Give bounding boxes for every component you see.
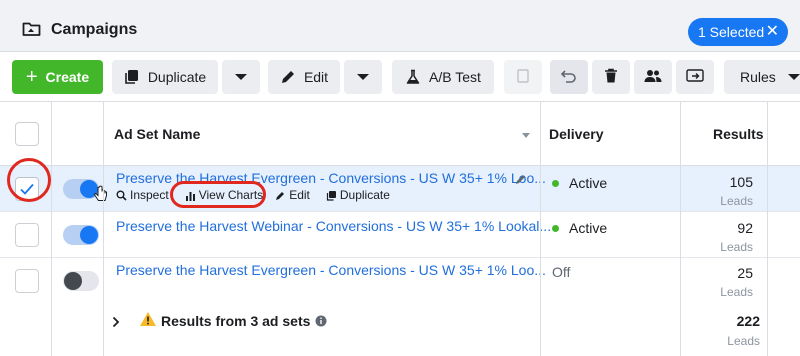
result-value: 105 — [729, 174, 753, 190]
duplicate-action[interactable]: Duplicate — [326, 188, 390, 202]
duplicate-label: Duplicate — [339, 188, 390, 202]
rules-button-label: Rules — [740, 69, 776, 85]
edit-button[interactable]: Edit — [268, 60, 340, 94]
column-header-ad-set-name[interactable]: Ad Set Name — [114, 126, 200, 142]
column-divider — [767, 102, 768, 356]
pencil-icon[interactable] — [515, 172, 527, 190]
column-divider — [540, 102, 541, 356]
delivery-status: Active — [552, 175, 607, 191]
undo-icon — [560, 68, 578, 87]
edit-button-label: Edit — [303, 69, 329, 85]
selected-count-label: 1 Selected — [698, 24, 765, 40]
column-header-results[interactable]: Results — [713, 126, 764, 142]
duplicate-button-label: Duplicate — [147, 69, 207, 85]
selected-count-badge[interactable]: 1 Selected ✕ — [688, 18, 788, 46]
people-icon — [644, 68, 662, 87]
inspect-action[interactable]: Inspect — [116, 188, 169, 202]
row-checkbox[interactable] — [15, 269, 39, 293]
row-checkbox[interactable] — [15, 223, 39, 247]
ad-set-name-link[interactable]: Preserve the Harvest Webinar - Conversio… — [116, 218, 551, 234]
delivery-status: Off — [552, 264, 570, 280]
duplicate-icon — [124, 69, 140, 85]
toggle-knob — [64, 272, 82, 290]
column-divider — [103, 102, 104, 356]
hand-cursor-icon — [93, 185, 109, 208]
toggle-knob — [80, 226, 98, 244]
edit-dropdown-button[interactable] — [344, 60, 382, 94]
inspect-label: Inspect — [130, 188, 169, 202]
summary-total: 222 — [736, 313, 760, 329]
chevron-down-icon — [357, 74, 369, 80]
column-divider — [680, 102, 681, 356]
toolbar: + Create Duplicate Edit A/B Test Rules — [0, 52, 800, 102]
trash-icon — [604, 68, 618, 87]
delivery-status-text: Off — [552, 264, 571, 280]
create-button-label: Create — [45, 69, 90, 85]
archive-button[interactable] — [504, 60, 542, 94]
duplicate-button[interactable]: Duplicate — [112, 60, 218, 94]
info-icon[interactable] — [315, 315, 327, 327]
warning-icon — [139, 311, 157, 332]
page-title: Campaigns — [51, 21, 138, 38]
summary-label: Results from 3 ad sets — [161, 313, 327, 329]
audience-button[interactable] — [634, 60, 672, 94]
undo-button[interactable] — [550, 60, 588, 94]
campaigns-panel: Campaigns 1 Selected ✕ + Create Duplicat… — [0, 0, 800, 356]
export-button[interactable] — [676, 60, 714, 94]
result-value: 92 — [737, 220, 753, 236]
sort-icon[interactable] — [522, 133, 530, 138]
delete-button[interactable] — [592, 60, 630, 94]
status-dot-icon — [552, 179, 559, 187]
flask-icon — [405, 69, 421, 85]
ab-test-button-label: A/B Test — [429, 69, 481, 85]
column-divider — [51, 102, 52, 356]
pencil-icon — [280, 69, 296, 85]
highlight-box-view-charts — [170, 181, 266, 208]
result-unit: Leads — [720, 240, 753, 254]
header-bar: Campaigns 1 Selected ✕ — [0, 0, 800, 52]
summary-unit: Leads — [727, 334, 760, 348]
create-button[interactable]: + Create — [12, 60, 103, 94]
delivery-status: Active — [552, 220, 607, 236]
edit-label: Edit — [289, 188, 310, 202]
result-unit: Leads — [720, 194, 753, 208]
chevron-down-icon — [235, 74, 247, 80]
close-icon[interactable]: ✕ — [766, 23, 779, 41]
ab-test-button[interactable]: A/B Test — [392, 60, 494, 94]
duplicate-icon — [326, 190, 336, 201]
status-dot-icon — [552, 224, 559, 232]
highlight-circle-checkbox — [7, 158, 51, 202]
magnifier-icon — [116, 190, 127, 201]
delivery-status-text: Active — [569, 175, 608, 191]
status-toggle[interactable] — [63, 271, 99, 291]
ad-sets-table: Ad Set Name Delivery Results Preserve th… — [0, 102, 800, 356]
chevron-down-icon — [787, 74, 800, 80]
result-unit: Leads — [720, 285, 753, 299]
export-icon — [686, 68, 704, 87]
archive-icon — [516, 68, 530, 87]
edit-action[interactable]: Edit — [275, 188, 310, 202]
status-toggle[interactable] — [63, 225, 99, 245]
column-header-delivery[interactable]: Delivery — [549, 126, 603, 142]
result-value: 25 — [737, 265, 753, 281]
pencil-icon — [276, 191, 285, 200]
duplicate-dropdown-button[interactable] — [222, 60, 260, 94]
delivery-status-text: Active — [569, 220, 608, 236]
summary-label-text: Results from 3 ad sets — [161, 313, 311, 329]
rules-button[interactable]: Rules — [724, 60, 800, 94]
plus-icon: + — [25, 66, 38, 88]
ad-set-name-link[interactable]: Preserve the Harvest Evergreen - Convers… — [116, 262, 546, 278]
folder-icon — [22, 21, 41, 37]
select-all-checkbox[interactable] — [15, 122, 39, 146]
chevron-right-icon[interactable] — [112, 315, 120, 331]
